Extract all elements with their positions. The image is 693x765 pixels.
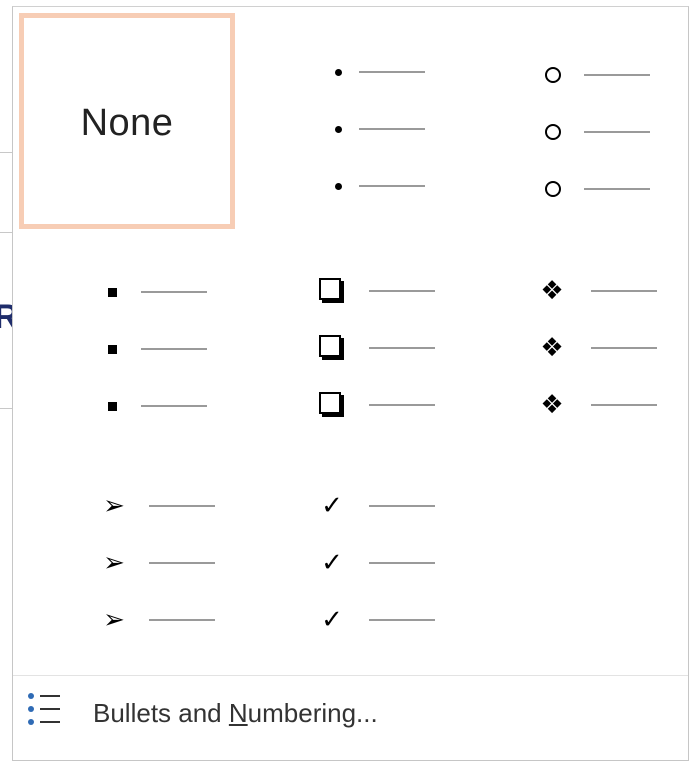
text-placeholder-line <box>359 185 425 187</box>
hollow-circle-icon <box>538 63 568 87</box>
list-item: ➢ <box>99 548 239 578</box>
bullet-option-none[interactable]: None <box>19 13 235 229</box>
shadow-box-icon <box>317 335 347 360</box>
list-item <box>538 120 678 144</box>
bullet-option-checkmark[interactable]: ✓ ✓ ✓ <box>243 453 459 669</box>
list-item: ❖ <box>537 390 677 420</box>
text-placeholder-line <box>359 71 425 73</box>
list-item <box>323 117 443 141</box>
text-placeholder-line <box>584 131 650 133</box>
document-line <box>0 232 12 233</box>
document-line <box>0 408 12 409</box>
checkmark-icon: ✓ <box>321 491 343 521</box>
list-item <box>97 394 227 418</box>
checkmark-icon: ✓ <box>321 548 343 578</box>
small-square-icon <box>97 280 127 304</box>
four-diamond-icon: ❖ <box>540 333 564 363</box>
text-placeholder-line <box>141 348 207 350</box>
bullet-option-small-square[interactable] <box>19 233 235 449</box>
list-item <box>538 177 678 201</box>
small-dot-icon <box>323 60 353 84</box>
text-placeholder-line <box>149 619 215 621</box>
list-item <box>317 335 457 360</box>
document-line <box>0 152 12 153</box>
list-item: ❖ <box>537 276 677 306</box>
hollow-circle-icon <box>538 120 568 144</box>
bullet-option-small-dot[interactable] <box>243 13 459 229</box>
list-item: ➢ <box>99 491 239 521</box>
list-item: ✓ <box>317 548 457 578</box>
hollow-circle-icon <box>538 177 568 201</box>
list-item <box>538 63 678 87</box>
text-placeholder-line <box>369 505 435 507</box>
text-placeholder-line <box>149 505 215 507</box>
four-diamond-icon: ❖ <box>540 390 564 420</box>
text-placeholder-line <box>591 404 657 406</box>
arrowhead-icon: ➢ <box>103 491 125 521</box>
list-item: ❖ <box>537 333 677 363</box>
text-placeholder-line <box>369 347 435 349</box>
four-diamond-icon: ❖ <box>540 276 564 306</box>
bullets-and-numbering-menu-item[interactable]: Bullets and Numbering... <box>13 677 688 749</box>
list-item <box>323 60 443 84</box>
small-dot-icon <box>323 117 353 141</box>
bullet-option-arrowhead[interactable]: ➢ ➢ ➢ <box>19 453 235 669</box>
bullets-and-numbering-label: Bullets and Numbering... <box>93 698 378 728</box>
text-placeholder-line <box>141 405 207 407</box>
list-item <box>317 278 457 303</box>
bullet-library-dropdown: None ❖ ❖ ❖ ➢ ➢ ➢ ✓ ✓ ✓ Bullets and Numbe… <box>12 6 689 761</box>
text-placeholder-line <box>369 562 435 564</box>
small-square-icon <box>97 337 127 361</box>
text-placeholder-line <box>591 290 657 292</box>
text-placeholder-line <box>149 562 215 564</box>
text-placeholder-line <box>369 404 435 406</box>
text-placeholder-line <box>359 128 425 130</box>
arrowhead-icon: ➢ <box>103 605 125 635</box>
document-background: R <box>0 0 19 765</box>
none-label: None <box>80 102 174 144</box>
bullet-option-hollow-circle[interactable] <box>467 13 683 229</box>
shadow-box-icon <box>317 392 347 417</box>
text-placeholder-line <box>584 74 650 76</box>
bulleted-list-icon <box>28 693 60 725</box>
text-placeholder-line <box>591 347 657 349</box>
checkmark-icon: ✓ <box>321 605 343 635</box>
small-dot-icon <box>323 174 353 198</box>
menu-separator <box>13 675 688 676</box>
text-placeholder-line <box>369 290 435 292</box>
shadow-box-icon <box>317 278 347 303</box>
list-item: ✓ <box>317 491 457 521</box>
list-item <box>97 337 227 361</box>
arrowhead-icon: ➢ <box>103 548 125 578</box>
bullet-option-shadow-box[interactable] <box>243 233 459 449</box>
text-placeholder-line <box>369 619 435 621</box>
list-item: ➢ <box>99 605 239 635</box>
list-item <box>97 280 227 304</box>
list-item: ✓ <box>317 605 457 635</box>
text-placeholder-line <box>141 291 207 293</box>
bullet-option-four-diamond[interactable]: ❖ ❖ ❖ <box>467 233 683 449</box>
list-item <box>323 174 443 198</box>
small-square-icon <box>97 394 127 418</box>
text-placeholder-line <box>584 188 650 190</box>
list-item <box>317 392 457 417</box>
